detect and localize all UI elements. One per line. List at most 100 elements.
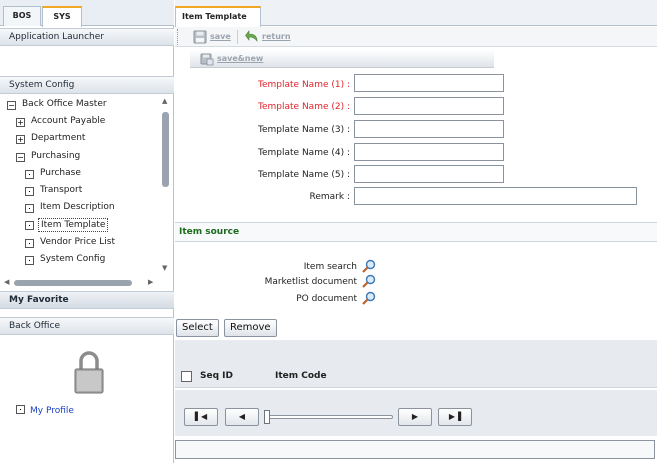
magnifier-icon[interactable] — [361, 291, 377, 305]
column-item-code[interactable]: Item Code — [275, 371, 327, 381]
collapse-minus-icon[interactable]: − — [7, 101, 16, 110]
save-new-label: save&new — [217, 54, 264, 63]
template-name-2-input[interactable] — [354, 97, 504, 115]
secondary-toolbar: save&new — [190, 50, 494, 68]
tree-node-label: Item Template — [38, 218, 109, 233]
save-button[interactable]: save — [192, 29, 231, 45]
item-source-option: Marketlist document — [227, 274, 377, 289]
tree-node-label: Back Office Master — [22, 99, 107, 109]
template-name-4-label: Template Name (4) : — [258, 148, 350, 158]
tab-bos[interactable]: BOS — [3, 6, 41, 26]
save-new-icon — [200, 53, 214, 66]
tree-vertical-scroll-thumb[interactable] — [162, 112, 169, 187]
grid-header: Seq ID Item Code — [175, 364, 657, 388]
expand-plus-icon[interactable]: + — [16, 135, 25, 145]
back-office-header[interactable]: Back Office — [0, 317, 174, 335]
save-label: save — [210, 32, 231, 41]
return-arrow-icon — [245, 30, 258, 42]
tree-node-label: Purchasing — [31, 150, 81, 161]
tree-node-label: Purchase — [40, 167, 81, 178]
scroll-up-arrow-icon[interactable]: ▲ — [162, 97, 167, 105]
item-source-option: Item search — [227, 259, 377, 274]
first-page-icon: ▌◀ — [194, 412, 208, 421]
tree-node[interactable]: System Config — [0, 253, 160, 269]
magnifier-icon[interactable] — [361, 259, 377, 273]
leaf-node-icon[interactable] — [25, 204, 34, 214]
toolbar-separator — [237, 30, 238, 44]
template-name-1-label: Template Name (1) : — [258, 80, 350, 90]
remark-input[interactable] — [354, 187, 637, 205]
scroll-left-arrow-icon[interactable]: ◀ — [4, 278, 9, 286]
lock-icon — [74, 351, 104, 394]
prev-page-icon: ◀ — [238, 412, 246, 421]
last-page-icon: ▶▐ — [448, 412, 462, 421]
tree-node[interactable]: Item Description — [0, 201, 160, 217]
pager-slider-thumb[interactable] — [264, 410, 270, 424]
item-source-label: PO document — [296, 294, 357, 304]
my-favorite-header[interactable]: My Favorite — [0, 291, 174, 309]
scroll-down-arrow-icon[interactable]: ▼ — [162, 264, 167, 272]
template-name-5-label: Template Name (5) : — [258, 170, 350, 180]
template-name-2-label: Template Name (2) : — [258, 102, 350, 112]
item-source-label: Marketlist document — [264, 277, 357, 287]
pager-slider-track[interactable] — [266, 415, 393, 419]
tab-sys[interactable]: SYS — [42, 6, 82, 27]
system-config-header[interactable]: System Config — [0, 76, 174, 94]
tree-node-label: Account Payable — [31, 116, 106, 127]
select-button[interactable]: Select — [176, 319, 219, 337]
tree-node[interactable]: + Department — [0, 132, 160, 148]
scroll-right-arrow-icon[interactable]: ▶ — [148, 278, 153, 286]
expand-plus-icon[interactable]: + — [16, 118, 25, 128]
remark-label: Remark : — [309, 192, 350, 202]
leaf-node-icon[interactable] — [25, 221, 34, 231]
my-profile-node[interactable] — [16, 405, 26, 415]
remove-button[interactable]: Remove — [224, 319, 277, 337]
select-all-checkbox[interactable] — [181, 371, 192, 382]
leaf-node-icon[interactable] — [25, 255, 34, 265]
tree-node-label: System Config — [40, 253, 106, 264]
tree-node[interactable]: − Purchasing — [0, 150, 160, 166]
tree-node-label: Transport — [40, 185, 83, 195]
tree-node[interactable]: Transport — [0, 184, 160, 200]
tree-node[interactable]: Purchase — [0, 167, 160, 183]
leaf-node-icon — [16, 405, 25, 414]
tree-node-label: Vendor Price List — [40, 236, 116, 247]
grid-top-bar — [175, 340, 657, 364]
toolbar-grip — [177, 29, 182, 45]
next-page-icon: ▶ — [411, 412, 419, 421]
tree-node[interactable]: + Account Payable — [0, 115, 160, 131]
floppy-disk-icon — [193, 30, 207, 44]
return-label: return — [262, 32, 291, 41]
tab-item-template[interactable]: Item Template — [175, 6, 261, 27]
my-profile-link[interactable]: My Profile — [30, 406, 74, 416]
tree-node[interactable]: Item Template — [0, 218, 160, 234]
leaf-node-icon[interactable] — [25, 238, 34, 248]
item-source-option: PO document — [227, 291, 377, 306]
tree-node[interactable]: − Back Office Master — [0, 98, 160, 114]
first-page-button[interactable]: ▌◀ — [184, 408, 218, 426]
template-name-3-label: Template Name (3) : — [258, 125, 350, 135]
left-panel: BOS SYS Application Launcher System Conf… — [0, 0, 174, 463]
save-new-button[interactable]: save&new — [199, 51, 263, 67]
template-name-3-input[interactable] — [354, 120, 504, 138]
module-tabstrip: BOS SYS — [0, 0, 174, 27]
application-launcher-header[interactable]: Application Launcher — [0, 28, 174, 46]
leaf-node-icon[interactable] — [25, 169, 34, 179]
tree-horizontal-scroll-thumb[interactable] — [14, 280, 132, 286]
magnifier-icon[interactable] — [361, 274, 377, 288]
tree-node[interactable]: Vendor Price List — [0, 236, 160, 252]
template-name-1-input[interactable] — [354, 74, 504, 92]
main-toolbar: save return — [175, 27, 657, 47]
last-page-button[interactable]: ▶▐ — [438, 408, 472, 426]
leaf-node-icon[interactable] — [25, 187, 34, 196]
tree-node-label: Department — [31, 133, 86, 144]
next-page-button[interactable]: ▶ — [398, 408, 432, 426]
template-name-4-input[interactable] — [354, 143, 504, 161]
return-button[interactable]: return — [244, 29, 291, 45]
prev-page-button[interactable]: ◀ — [225, 408, 259, 426]
status-bar — [175, 440, 655, 459]
collapse-minus-icon[interactable]: − — [16, 152, 25, 162]
tree-node-label: Item Description — [40, 202, 115, 213]
column-seq-id[interactable]: Seq ID — [200, 371, 233, 381]
template-name-5-input[interactable] — [354, 165, 504, 183]
